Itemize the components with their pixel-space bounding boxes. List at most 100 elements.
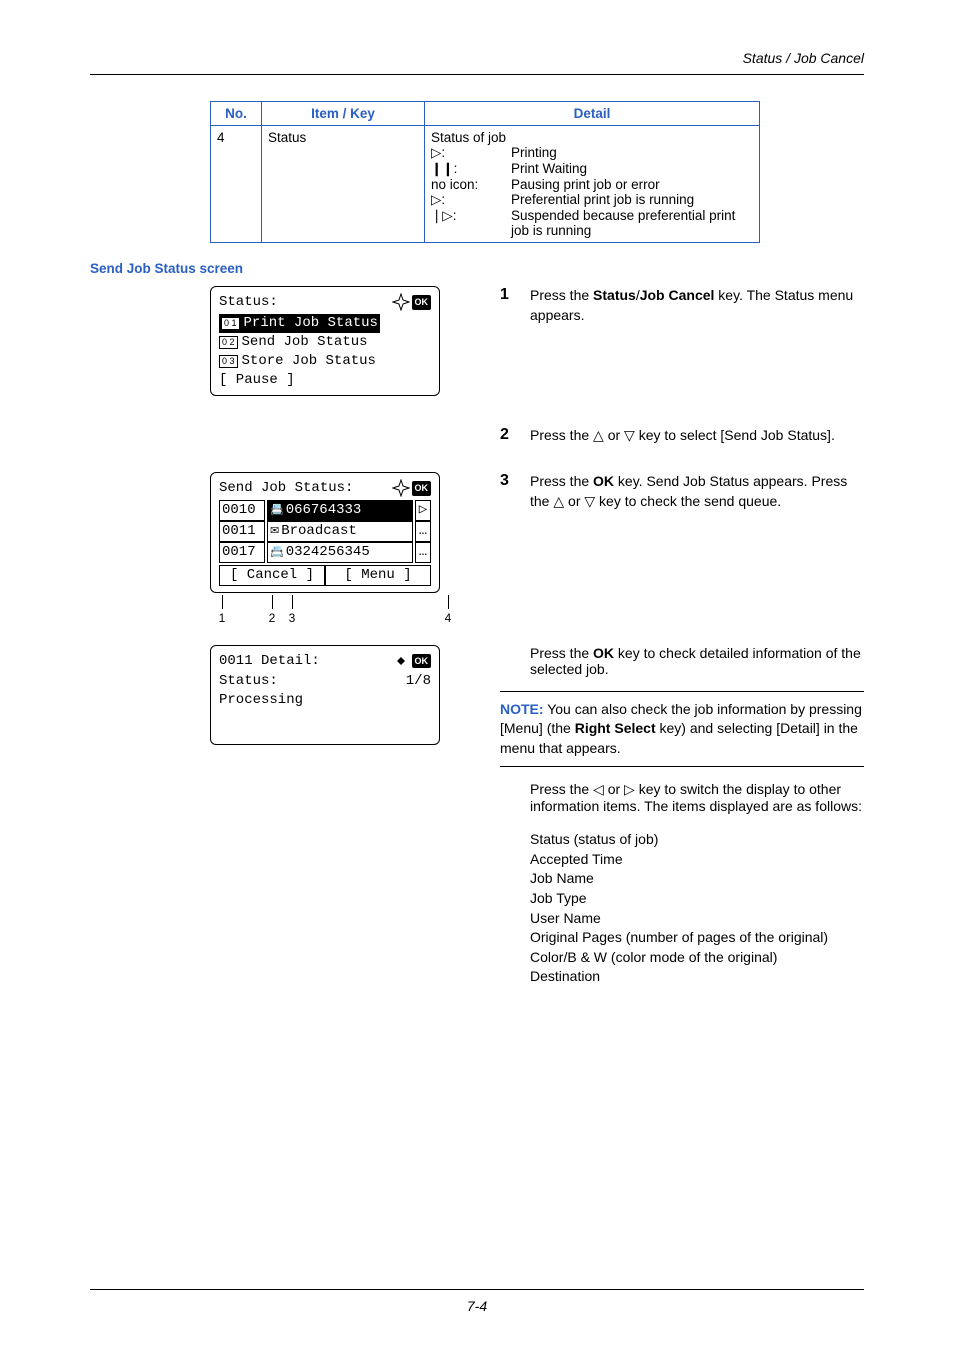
status-line-1: Printing [511,145,753,161]
note-block: NOTE: You can also check the job informa… [500,691,864,768]
up-triangle-icon-2: △ [553,493,564,509]
item-03: Store Job Status [242,352,376,371]
ok-badge: OK [412,295,432,309]
softkey-menu: [ Menu ] [325,565,431,586]
softkey-cancel: [ Cancel ] [219,565,325,586]
job-2-status-icon: … [415,521,431,542]
panel-send-title: Send Job Status: [219,479,353,498]
info-item-3: Job Name [530,869,864,889]
callouts: 1 2 3 4 [210,595,460,625]
nav-ok-icon-3: OK [392,652,432,670]
footer: 7-4 [0,1289,954,1314]
status-icon-4: ▷: [431,192,511,208]
th-item: Item / Key [262,102,425,126]
info-item-6: Original Pages (number of pages of the o… [530,928,864,948]
status-line-5: Suspended because preferential print job… [511,208,753,238]
num-01: 0 1 [221,317,240,330]
header-divider [90,74,864,75]
th-no: No. [211,102,262,126]
detail-line2: Processing [219,691,431,710]
job-2-name: ✉Broadcast [267,521,413,542]
s1-b2: Job Cancel [640,287,715,303]
job-2-id: 0011 [219,521,265,542]
status-line-2: Print Waiting [511,161,753,177]
info-item-7: Color/B & W (color mode of the original) [530,948,864,968]
sw-pre: Press the [530,781,593,797]
nav-ok-icon: OK [392,293,432,311]
s3-b: OK [593,473,614,489]
fax-icon-2: 📇 [270,545,284,560]
step-1: 1 Press the Status/Job Cancel key. The S… [500,286,864,325]
info-item-4: Job Type [530,889,864,909]
ok-badge-3: OK [412,654,432,668]
status-icon-2: ❙❙: [431,161,511,177]
info-items: Status (status of job) Accepted Time Job… [530,830,864,987]
td-item: Status [262,126,425,243]
status-line-3: Pausing print job or error [511,177,753,192]
job-3-name: 📇0324256345 [267,542,413,563]
info-item-1: Status (status of job) [530,830,864,850]
status-table: No. Item / Key Detail 4 Status Status of… [210,101,760,243]
softkey-pause: [ Pause ] [219,371,431,390]
status-title: Status of job [431,130,753,145]
section-label: Send Job Status screen [90,261,864,276]
status-line-4: Preferential print job is running [511,192,753,208]
td-no: 4 [211,126,262,243]
step-3: 3 Press the OK key. Send Job Status appe… [500,472,864,511]
s1-b1: Status [593,287,636,303]
s3-pre: Press the [530,473,593,489]
panel-detail: 0011 Detail: OK Status: 1/8 Processing [210,645,440,745]
item-02: Send Job Status [242,333,368,352]
note-label: NOTE: [500,701,544,717]
step-1-num: 1 [500,286,530,325]
s3-post2: key to check the send queue. [595,493,781,509]
callout-2: 2 [269,611,276,625]
step-3-num: 3 [500,472,530,511]
s2-pre: Press the [530,427,593,443]
mail-icon: ✉ [270,524,279,539]
step-2-num: 2 [500,426,530,446]
callout-1: 1 [219,611,226,625]
num-02: 0 2 [219,336,238,349]
up-triangle-icon: △ [593,427,604,443]
info-item-8: Destination [530,967,864,987]
nav-ok-icon-2: OK [392,479,432,497]
cd-b: OK [593,645,614,661]
detail-line1-label: Status: [219,672,278,691]
status-icon-1: ▷: [431,145,511,161]
s2-mid: or [604,427,624,443]
num-03: 0 3 [219,355,238,368]
callout-4: 4 [445,611,452,625]
panel-status: Status: OK 0 1 Print Job Status 0 2 Send J… [210,286,440,396]
detail-title: 0011 Detail: [219,652,320,671]
s1-pre: Press the [530,287,593,303]
left-triangle-icon: ◁ [593,781,604,797]
callout-3: 3 [289,611,296,625]
right-triangle-icon: ▷ [624,781,635,797]
down-triangle-icon-2: ▽ [584,493,595,509]
th-detail: Detail [425,102,760,126]
panel-status-title: Status: [219,293,278,312]
down-triangle-icon: ▽ [624,427,635,443]
info-item-2: Accepted Time [530,850,864,870]
note-b: Right Select [575,720,656,736]
step-2: 2 Press the △ or ▽ key to select [Send J… [500,426,864,446]
panel-send: Send Job Status: OK 0010 📇066764333 ▷ 00… [210,472,440,592]
job-1-id: 0010 [219,500,265,521]
fax-icon: 📇 [270,503,284,518]
page-number: 7-4 [467,1298,487,1314]
info-item-5: User Name [530,909,864,929]
job-1-name: 📇066764333 [267,500,413,521]
td-detail: Status of job ▷: Printing ❙❙: Print Wait… [425,126,760,243]
ok-badge-2: OK [412,481,432,495]
status-icon-3: no icon: [431,177,511,192]
page-header: Status / Job Cancel [90,50,864,66]
job-1-status-icon: ▷ [415,500,431,521]
detail-page: 1/8 [406,672,431,691]
status-icon-5: ❘▷: [431,208,511,238]
job-3-status-icon: … [415,542,431,563]
item-01: Print Job Status [244,315,378,331]
s2-post: key to select [Send Job Status]. [635,427,835,443]
job-3-id: 0017 [219,542,265,563]
sw-mid: or [604,781,624,797]
